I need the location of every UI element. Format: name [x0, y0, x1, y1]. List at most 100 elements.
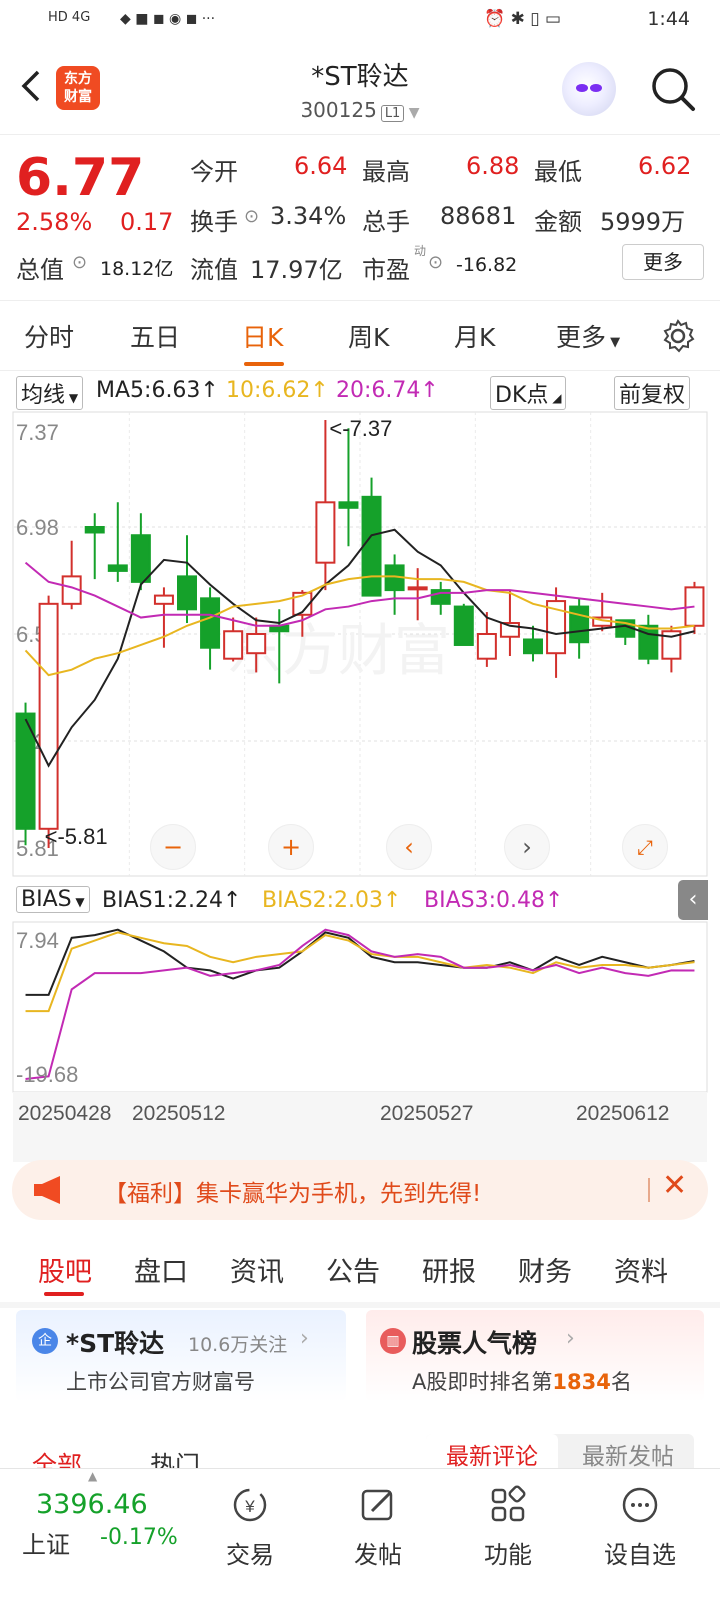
index-value[interactable]: 3396.46: [36, 1489, 148, 1520]
nav-functions[interactable]: 功能: [458, 1485, 558, 1570]
divider: [648, 1178, 650, 1202]
period-tabs: 分时 五日 日K 周K 月K 更多 ▼: [0, 300, 720, 371]
dk-point-button[interactable]: DK点 ◢: [490, 376, 567, 410]
candle: [38, 595, 59, 848]
bias-chart[interactable]: 7.94 -19.68 20250428 20250512 20250527 202506…: [0, 920, 720, 1170]
tab-announcements[interactable]: 公告: [326, 1250, 380, 1289]
bias1-line: [25, 928, 695, 996]
tab-monthly-k[interactable]: 月K: [454, 318, 495, 354]
chevron-right-icon: ›: [300, 1326, 309, 1351]
ma-selector[interactable]: 均线 ▼: [16, 376, 84, 410]
total-value: 18.12亿: [100, 258, 174, 280]
tab-guba[interactable]: 股吧: [38, 1250, 92, 1289]
pe-dynamic-mark: 动: [414, 244, 427, 258]
collapse-panel-button[interactable]: ‹: [678, 880, 708, 920]
ma5-value: MA5:6.63↑: [96, 378, 219, 403]
candle: [84, 513, 105, 580]
svg-text:¥: ¥: [244, 1497, 255, 1516]
assistant-robot-icon[interactable]: [562, 62, 616, 116]
bias3-value: BIAS3:0.48↑: [424, 888, 564, 913]
tab-news[interactable]: 资讯: [230, 1250, 284, 1289]
high-value: 6.88: [466, 152, 520, 180]
active-tab-indicator: [44, 1292, 84, 1296]
index-name[interactable]: 上证: [22, 1525, 70, 1560]
total-value-label: 总值: [16, 256, 64, 284]
change-abs: 0.17: [120, 208, 174, 236]
min-price-label: <-5.81: [45, 824, 108, 849]
y-tick-label: 6.98: [16, 515, 59, 540]
settings-gear-icon[interactable]: [660, 318, 696, 354]
fullscreen-icon[interactable]: ⤢: [622, 824, 668, 870]
tab-five-day[interactable]: 五日: [130, 318, 180, 354]
status-left-icons: HD 4G: [48, 10, 91, 25]
info-icon[interactable]: ⊙: [244, 206, 259, 227]
nav-post[interactable]: 发帖: [328, 1485, 428, 1570]
close-icon[interactable]: ✕: [662, 1168, 687, 1203]
notification-icons: ◆ ■ ◼ ◉ ◼ ···: [120, 11, 216, 27]
candle: [638, 614, 659, 665]
system-icons: ⏰ ✱ ▯ ▭: [484, 9, 562, 29]
tab-finance[interactable]: 财务: [518, 1250, 572, 1289]
candle: [592, 592, 613, 632]
enterprise-badge-icon: 企: [32, 1328, 58, 1354]
tab-research[interactable]: 研报: [422, 1250, 476, 1289]
popularity-rank-card[interactable]: ▥ 股票人气榜 › A股即时排名第1834名: [366, 1310, 704, 1402]
max-price-label: <-7.37: [329, 416, 392, 441]
trade-icon: ¥: [233, 1488, 267, 1522]
ranking-icon: ▥: [380, 1328, 406, 1354]
ma20-value: 20:6.74↑: [336, 378, 439, 403]
volume-label: 总手: [362, 208, 410, 236]
x-date-label: 20250527: [380, 1102, 473, 1125]
candle: [569, 598, 590, 659]
candle: [15, 702, 36, 846]
company-title: *ST聆达: [66, 1329, 165, 1358]
info-icon[interactable]: ⊙: [72, 252, 87, 273]
x-date-label: 20250428: [18, 1102, 111, 1125]
scroll-left-button[interactable]: ‹: [386, 824, 432, 870]
adjust-button[interactable]: 前复权: [614, 376, 691, 410]
kline-chart[interactable]: 7.376.986.596.205.81 东方财富 <-7.37<-5.81: [0, 410, 720, 880]
open-value: 6.64: [294, 152, 348, 180]
tab-pankou[interactable]: 盘口: [134, 1250, 188, 1289]
open-label: 今开: [190, 158, 238, 186]
index-change: -0.17%: [100, 1525, 178, 1550]
tab-intraday[interactable]: 分时: [24, 318, 74, 354]
turnover-label: 换手: [190, 208, 238, 236]
zoom-in-button[interactable]: +: [268, 824, 314, 870]
level-badge: L1: [380, 105, 405, 122]
nav-add-watchlist[interactable]: 设自选: [590, 1485, 690, 1570]
change-pct: 2.58%: [16, 208, 93, 236]
bottom-navigation: ▲ 3396.46 上证 -0.17% ¥ 交易 发帖 功能 设自选: [0, 1468, 720, 1601]
last-price: 6.77: [16, 148, 145, 208]
candle: [523, 625, 543, 662]
candle: [430, 581, 451, 615]
megaphone-icon: [34, 1176, 60, 1204]
tab-weekly-k[interactable]: 周K: [348, 318, 389, 354]
info-icon[interactable]: ⊙: [428, 252, 443, 273]
rank-subtitle: A股即时排名第1834名: [412, 1370, 632, 1394]
tab-profile[interactable]: 资料: [614, 1250, 668, 1289]
candle: [661, 625, 682, 673]
scroll-right-button[interactable]: ›: [504, 824, 550, 870]
candle: [61, 540, 82, 610]
followers-count: 10.6万关注: [188, 1334, 288, 1356]
search-icon[interactable]: [650, 66, 696, 112]
promo-banner[interactable]: 【福利】集卡赢华为手机，先到先得! ✕: [12, 1160, 708, 1220]
tab-daily-k[interactable]: 日K: [242, 318, 283, 354]
company-account-card[interactable]: 企 *ST聆达 10.6万关注 › 上市公司官方财富号: [16, 1310, 346, 1402]
high-label: 最高: [362, 158, 410, 186]
company-subtitle: 上市公司官方财富号: [66, 1370, 255, 1394]
nav-trade[interactable]: ¥ 交易: [200, 1485, 300, 1570]
zoom-out-button[interactable]: −: [150, 824, 196, 870]
caret-up-icon: ▲: [88, 1469, 98, 1483]
quote-more-button[interactable]: 更多: [622, 244, 704, 280]
amount-value: 5999万: [600, 208, 686, 236]
float-value: 17.97亿: [250, 256, 343, 284]
pe-value: -16.82: [456, 254, 518, 276]
candle: [107, 502, 128, 582]
y-tick-label: 7.37: [16, 420, 59, 445]
ma-legend-bar: 均线 ▼ MA5:6.63↑ 10:6.62↑ 20:6.74↑ DK点 ◢ 前…: [0, 374, 720, 410]
tab-more-periods[interactable]: 更多 ▼: [556, 318, 620, 354]
bias-min-label: -19.68: [16, 1062, 78, 1087]
bias-selector[interactable]: BIAS ▼: [16, 886, 90, 913]
